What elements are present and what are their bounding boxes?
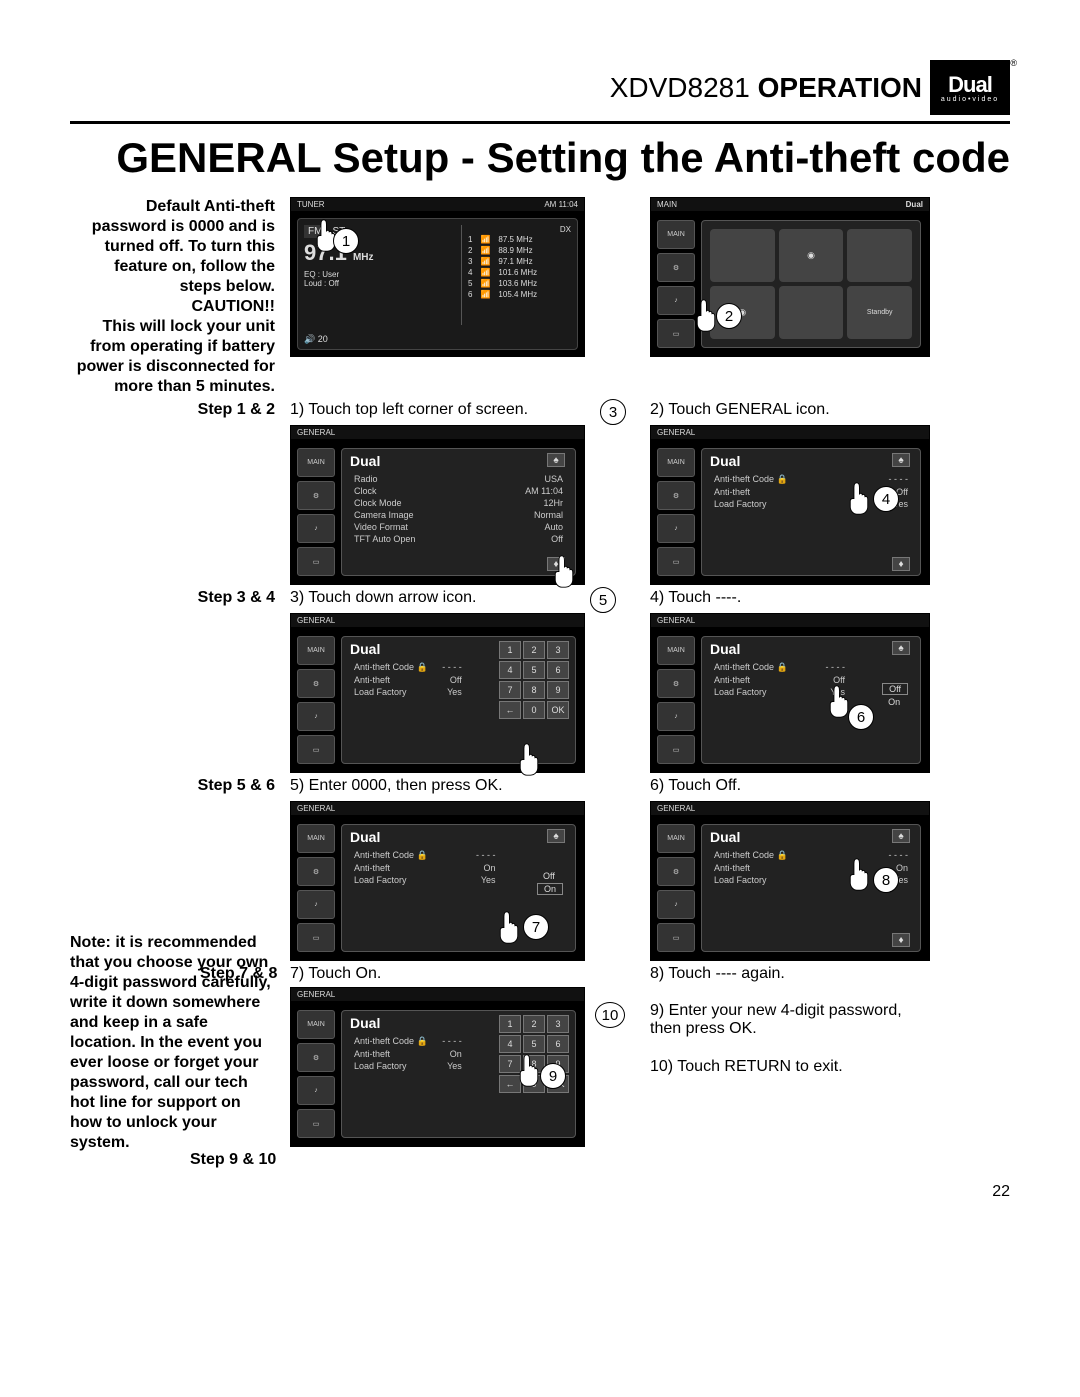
callout-3: 3 bbox=[600, 399, 626, 425]
hand-icon bbox=[844, 481, 874, 516]
step-7-8-label: Step 7 & 8 bbox=[200, 965, 277, 983]
intro-text: Default Anti-theft password is 0000 and … bbox=[92, 198, 275, 295]
screenshot-step-4: GENERAL MAIN⚙♪▭ Dual ♠ Anti-theft Code 🔒… bbox=[650, 425, 930, 585]
caution-text: This will lock your unit from operating … bbox=[77, 318, 275, 395]
page-title: GENERAL Setup - Setting the Anti-theft c… bbox=[70, 134, 1010, 182]
brand-name: Dual bbox=[948, 72, 992, 98]
hand-icon bbox=[514, 742, 544, 777]
header-rule bbox=[70, 121, 1010, 124]
step-3-4-label: Step 3 & 4 bbox=[70, 589, 275, 609]
callout-6: 6 bbox=[848, 704, 874, 730]
step-2-caption: 2) Touch GENERAL icon. bbox=[650, 401, 930, 419]
screenshot-step-7: GENERAL MAIN⚙♪▭ Dual ♠ Anti-theft Code 🔒… bbox=[290, 801, 585, 961]
model-number: XDVD8281 bbox=[610, 72, 750, 103]
hand-icon bbox=[549, 554, 579, 589]
caution-label: CAUTION!! bbox=[191, 298, 275, 315]
step-6-caption: 6) Touch Off. bbox=[650, 777, 930, 795]
step-3-caption: 3) Touch down arrow icon. bbox=[290, 589, 585, 607]
header-title: XDVD8281 OPERATION bbox=[610, 72, 922, 104]
screenshot-step-9: GENERAL MAIN⚙♪▭ Dual Anti-theft Code 🔒- … bbox=[290, 987, 585, 1147]
step-1-2-label: Step 1 & 2 bbox=[70, 401, 275, 421]
brand-subtitle: audio•video bbox=[941, 96, 999, 103]
step-5-caption: 5) Enter 0000, then press OK. bbox=[290, 777, 585, 795]
screenshot-step-6: GENERAL MAIN⚙♪▭ Dual ♠ Anti-theft Code 🔒… bbox=[650, 613, 930, 773]
step-9-10-label: Step 9 & 10 bbox=[190, 1151, 276, 1169]
hand-icon bbox=[494, 910, 524, 945]
section-name: OPERATION bbox=[758, 72, 922, 103]
screenshot-step-1: TUNERAM 11:04 FM ST 97.1 MHz EQ : User L… bbox=[290, 197, 585, 357]
callout-7: 7 bbox=[523, 914, 549, 940]
screenshot-step-5: GENERAL MAIN⚙♪▭ Dual Anti-theft Code 🔒- … bbox=[290, 613, 585, 773]
step-7-caption: 7) Touch On. bbox=[290, 965, 381, 982]
step-4-caption: 4) Touch ----. bbox=[650, 589, 930, 607]
keypad: 123456789←0OK bbox=[499, 641, 569, 719]
hand-icon bbox=[514, 1053, 544, 1088]
step-1-caption: 1) Touch top left corner of screen. bbox=[290, 401, 585, 419]
hand-icon bbox=[844, 857, 874, 892]
callout-9: 9 bbox=[540, 1063, 566, 1089]
step-8-caption: 8) Touch ---- again. bbox=[650, 965, 930, 983]
page-number: 22 bbox=[70, 1183, 1010, 1201]
step-9-10-captions: 9) Enter your new 4-digit password, then… bbox=[650, 987, 930, 1076]
intro-block: Default Anti-theft password is 0000 and … bbox=[70, 197, 275, 397]
step-10-caption: 10) Touch RETURN to exit. bbox=[650, 1058, 930, 1076]
callout-10: 10 bbox=[595, 1002, 625, 1028]
callout-1: 1 bbox=[333, 228, 359, 254]
page-header: XDVD8281 OPERATION Dual audio•video bbox=[70, 60, 1010, 115]
step-9-caption: 9) Enter your new 4-digit password, then… bbox=[650, 1002, 930, 1038]
screenshot-step-2: MAINDual MAIN ⚙♪▭ ◉ ◉ Standby 2 bbox=[650, 197, 930, 357]
callout-4: 4 bbox=[873, 486, 899, 512]
callout-8: 8 bbox=[873, 867, 899, 893]
screenshot-step-3: GENERAL MAIN⚙♪▭ Dual ♠ RadioUSAClockAM 1… bbox=[290, 425, 585, 585]
step-5-6-label: Step 5 & 6 bbox=[70, 777, 275, 797]
up-arrow-icon: ♠ bbox=[547, 453, 565, 467]
screenshot-step-8: GENERAL MAIN⚙♪▭ Dual ♠ Anti-theft Code 🔒… bbox=[650, 801, 930, 961]
brand-logo: Dual audio•video bbox=[930, 60, 1010, 115]
callout-2: 2 bbox=[716, 303, 742, 329]
callout-5: 5 bbox=[590, 587, 616, 613]
